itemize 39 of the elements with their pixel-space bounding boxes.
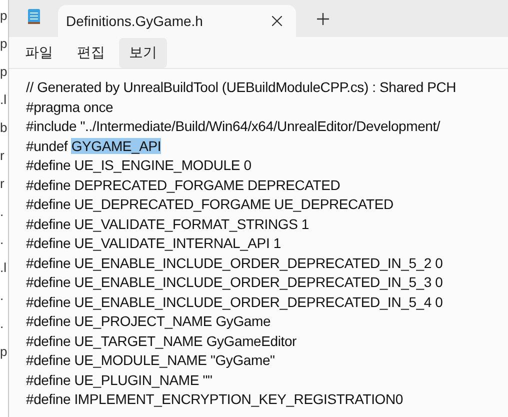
- selected-text: GYGAME_API: [71, 138, 162, 154]
- code-line: #define UE_ENABLE_INCLUDE_ORDER_DEPRECATED_IN_5_4 0: [26, 292, 443, 312]
- background-window-text: b: [0, 119, 8, 137]
- code-line: #pragma once: [26, 98, 114, 117]
- code-line: #define UE_TARGET_NAME GyGameEditor: [26, 332, 297, 351]
- background-window-text: p: [0, 7, 8, 25]
- background-window-text: p: [0, 35, 8, 53]
- file-tab[interactable]: Definitions.GyGame.h: [58, 5, 296, 37]
- menu-item[interactable]: 파일: [15, 38, 63, 68]
- code-line: #define UE_IS_ENGINE_MODULE 0: [26, 156, 252, 175]
- code-line: #define IMPLEMENT_ENCRYPTION_KEY_REGISTRATION0: [26, 390, 403, 409]
- background-window-text: p: [0, 343, 8, 361]
- menu-item[interactable]: 편집: [67, 38, 115, 68]
- code-line: #define UE_MODULE_NAME "GyGame": [26, 351, 275, 370]
- plus-icon: [317, 13, 329, 25]
- background-window-text: p: [0, 63, 8, 81]
- close-icon[interactable]: [272, 16, 282, 26]
- code-line: #define UE_VALIDATE_INTERNAL_API 1: [26, 234, 281, 253]
- background-window-text: .: [0, 315, 5, 333]
- code-line: #define UE_ENABLE_INCLUDE_ORDER_DEPRECATED_IN_5_2 0: [26, 254, 443, 273]
- code-line: #define UE_VALIDATE_FORMAT_STRINGS 1: [26, 214, 310, 234]
- code-text: #undef: [26, 138, 69, 154]
- code-line: #define UE_PLUGIN_NAME "": [26, 370, 212, 390]
- background-window-text: r: [0, 147, 6, 165]
- background-window-text: .: [0, 203, 5, 221]
- code-line: // Generated by UnrealBuildTool (UEBuildModuleCPP.cs) : Shared PCH: [26, 78, 456, 97]
- menu-item[interactable]: 보기: [119, 38, 167, 68]
- code-line: #define DEPRECATED_FORGAME DEPRECATED: [26, 176, 340, 195]
- background-window-text: r: [0, 175, 6, 193]
- background-window-text: .l: [0, 91, 8, 109]
- background-window-text: .: [0, 231, 5, 249]
- code-line: #define UE_DEPRECATED_FORGAME UE_DEPRECATED: [26, 195, 394, 214]
- code-line: #include "../Intermediate/Build/Win64/x64/UnrealEditor/Development/: [26, 117, 440, 136]
- tab-title: Definitions.GyGame.h: [66, 12, 203, 31]
- background-window-text: .l: [0, 259, 8, 277]
- code-line: #define UE_ENABLE_INCLUDE_ORDER_DEPRECATED_IN_5_3 0: [26, 273, 443, 292]
- background-window-text: .: [0, 287, 5, 305]
- code-line: #define UE_PROJECT_NAME GyGame: [26, 312, 271, 331]
- notepad-icon: [27, 8, 41, 25]
